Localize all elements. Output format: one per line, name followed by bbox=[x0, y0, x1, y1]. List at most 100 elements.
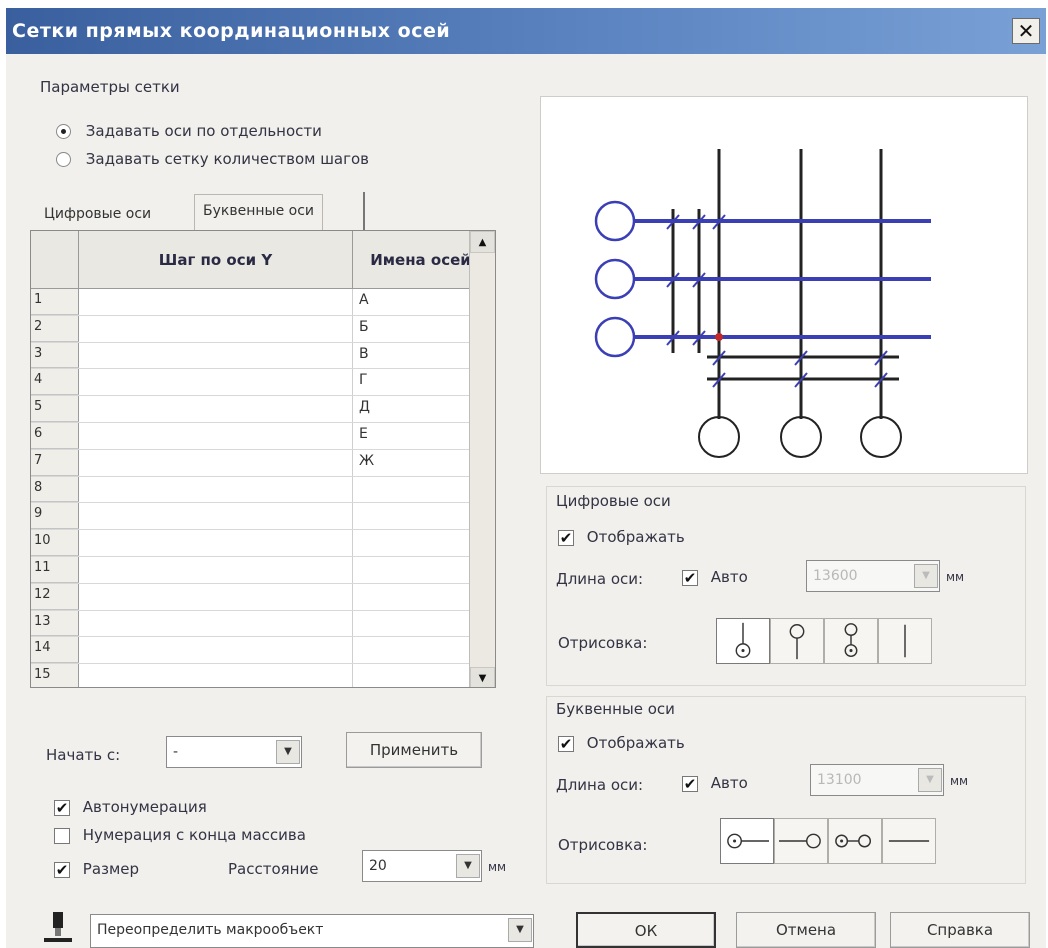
chevron-down-icon[interactable]: ▼ bbox=[276, 740, 300, 764]
chevron-down-icon[interactable]: ▼ bbox=[914, 564, 938, 588]
step-cell[interactable] bbox=[79, 423, 353, 449]
letter-draw-circle-left-icon[interactable] bbox=[720, 818, 774, 864]
autonum-option[interactable]: ✔ Автонумерация bbox=[54, 798, 207, 816]
row-number: 7 bbox=[31, 449, 79, 476]
table-row[interactable]: 14 bbox=[31, 637, 489, 665]
digital-draw-line-only-icon[interactable] bbox=[878, 618, 932, 664]
macro-combo[interactable]: Переопределить макрообъект ▼ bbox=[90, 914, 534, 948]
letter-draw-line-only-icon[interactable] bbox=[882, 818, 936, 864]
table-row[interactable]: 9 bbox=[31, 503, 489, 531]
digital-draw-circle-both-icon[interactable] bbox=[824, 618, 878, 664]
table-row[interactable]: 8 bbox=[31, 476, 489, 504]
radio-separate-axes-dot[interactable] bbox=[56, 124, 71, 139]
column-step-header[interactable]: Шаг по оси Y bbox=[79, 231, 353, 289]
step-cell[interactable] bbox=[79, 476, 353, 503]
tab-letter-axes[interactable]: Буквенные оси bbox=[194, 194, 323, 230]
help-button[interactable]: Справка bbox=[890, 912, 1030, 948]
letter-length-combo[interactable]: 13100 ▼ bbox=[810, 764, 944, 796]
step-cell[interactable] bbox=[79, 503, 353, 530]
digital-draw-label: Отрисовка: bbox=[558, 634, 648, 652]
row-number: 5 bbox=[31, 396, 79, 422]
size-label: Размер bbox=[82, 860, 140, 878]
table-row[interactable]: 4Г bbox=[31, 369, 489, 397]
step-cell[interactable] bbox=[79, 369, 353, 396]
step-cell[interactable] bbox=[79, 664, 353, 687]
digital-auto-label: Авто bbox=[710, 568, 748, 586]
scroll-down-icon[interactable]: ▼ bbox=[470, 667, 495, 687]
digital-auto-checkbox[interactable]: ✔ bbox=[682, 569, 698, 586]
letter-draw-circle-right-icon[interactable] bbox=[774, 818, 828, 864]
step-cell[interactable] bbox=[79, 583, 353, 610]
from-end-checkbox[interactable] bbox=[54, 827, 70, 844]
table-row[interactable]: 1А bbox=[31, 289, 489, 316]
letter-auto-checkbox[interactable]: ✔ bbox=[682, 775, 698, 792]
digital-auto-option[interactable]: ✔ Авто bbox=[682, 568, 748, 586]
table-row[interactable]: 10 bbox=[31, 530, 489, 557]
chevron-down-icon[interactable]: ▼ bbox=[918, 768, 942, 792]
tab-digital-axes[interactable]: Цифровые оси bbox=[40, 204, 155, 224]
step-cell[interactable] bbox=[79, 396, 353, 422]
radio-separate-axes-label: Задавать оси по отдельности bbox=[85, 122, 322, 140]
row-number: 1 bbox=[31, 289, 79, 315]
letter-draw-circle-both-icon[interactable] bbox=[828, 818, 882, 864]
scroll-up-icon[interactable]: ▲ bbox=[470, 231, 495, 253]
row-number: 12 bbox=[31, 583, 79, 610]
step-cell[interactable] bbox=[79, 289, 353, 315]
row-number: 6 bbox=[31, 423, 79, 449]
radio-steps-dot[interactable] bbox=[56, 152, 71, 167]
digital-length-combo[interactable]: 13600 ▼ bbox=[806, 560, 940, 592]
step-cell[interactable] bbox=[79, 315, 353, 342]
letter-show-option[interactable]: ✔ Отображать bbox=[558, 734, 685, 752]
radio-separate-axes[interactable]: Задавать оси по отдельности bbox=[56, 122, 322, 140]
table-row[interactable]: 13 bbox=[31, 610, 489, 638]
distance-combo[interactable]: 20 ▼ bbox=[362, 850, 482, 882]
digital-show-label: Отображать bbox=[586, 528, 685, 546]
letter-length-value: 13100 bbox=[817, 772, 862, 788]
step-cell[interactable] bbox=[79, 557, 353, 583]
row-number: 8 bbox=[31, 476, 79, 503]
step-cell[interactable] bbox=[79, 530, 353, 556]
macro-icon[interactable] bbox=[40, 910, 76, 944]
size-checkbox[interactable]: ✔ bbox=[54, 861, 70, 878]
table-row[interactable]: 3В bbox=[31, 342, 489, 370]
chevron-down-icon[interactable]: ▼ bbox=[456, 854, 480, 878]
from-end-option[interactable]: Нумерация с конца массива bbox=[54, 826, 306, 844]
step-cell[interactable] bbox=[79, 449, 353, 476]
close-button[interactable]: ✕ bbox=[1012, 18, 1040, 44]
digital-draw-circle-top-icon[interactable] bbox=[770, 618, 824, 664]
size-option[interactable]: ✔ Размер bbox=[54, 860, 139, 878]
cancel-button[interactable]: Отмена bbox=[736, 912, 876, 948]
table-row[interactable]: 12 bbox=[31, 583, 489, 611]
table-row[interactable]: 2Б bbox=[31, 315, 489, 343]
chevron-down-icon[interactable]: ▼ bbox=[508, 918, 532, 942]
ok-button[interactable]: ОК bbox=[576, 912, 716, 948]
digital-length-label: Длина оси: bbox=[556, 570, 644, 588]
start-combo[interactable]: - ▼ bbox=[166, 736, 302, 768]
step-cell[interactable] bbox=[79, 610, 353, 637]
table-row[interactable]: 15 bbox=[31, 664, 489, 687]
row-number: 15 bbox=[31, 664, 79, 687]
table-corner bbox=[31, 231, 79, 289]
step-cell[interactable] bbox=[79, 637, 353, 664]
row-number: 13 bbox=[31, 610, 79, 637]
letter-auto-label: Авто bbox=[710, 774, 748, 792]
step-cell[interactable] bbox=[79, 342, 353, 369]
autonum-checkbox[interactable]: ✔ bbox=[54, 799, 70, 816]
digital-show-option[interactable]: ✔ Отображать bbox=[558, 528, 685, 546]
digital-show-checkbox[interactable]: ✔ bbox=[558, 529, 574, 546]
apply-button[interactable]: Применить bbox=[346, 732, 482, 768]
letter-auto-option[interactable]: ✔ Авто bbox=[682, 774, 748, 792]
letter-show-checkbox[interactable]: ✔ bbox=[558, 735, 574, 752]
digital-length-unit: мм bbox=[946, 570, 965, 584]
grid-params-label: Параметры сетки bbox=[40, 78, 180, 96]
letter-draw-label: Отрисовка: bbox=[558, 836, 648, 854]
dialog-window: Сетки прямых координационных осей ✕ Пара… bbox=[6, 8, 1046, 948]
table-row[interactable]: 6Е bbox=[31, 423, 489, 450]
table-row[interactable]: 5Д bbox=[31, 396, 489, 423]
digital-draw-circle-bottom-icon[interactable] bbox=[716, 618, 770, 664]
distance-value: 20 bbox=[369, 858, 387, 874]
table-row[interactable]: 11 bbox=[31, 557, 489, 584]
table-scrollbar[interactable]: ▲ ▼ bbox=[469, 231, 495, 687]
table-row[interactable]: 7Ж bbox=[31, 449, 489, 477]
radio-steps[interactable]: Задавать сетку количеством шагов bbox=[56, 150, 369, 168]
